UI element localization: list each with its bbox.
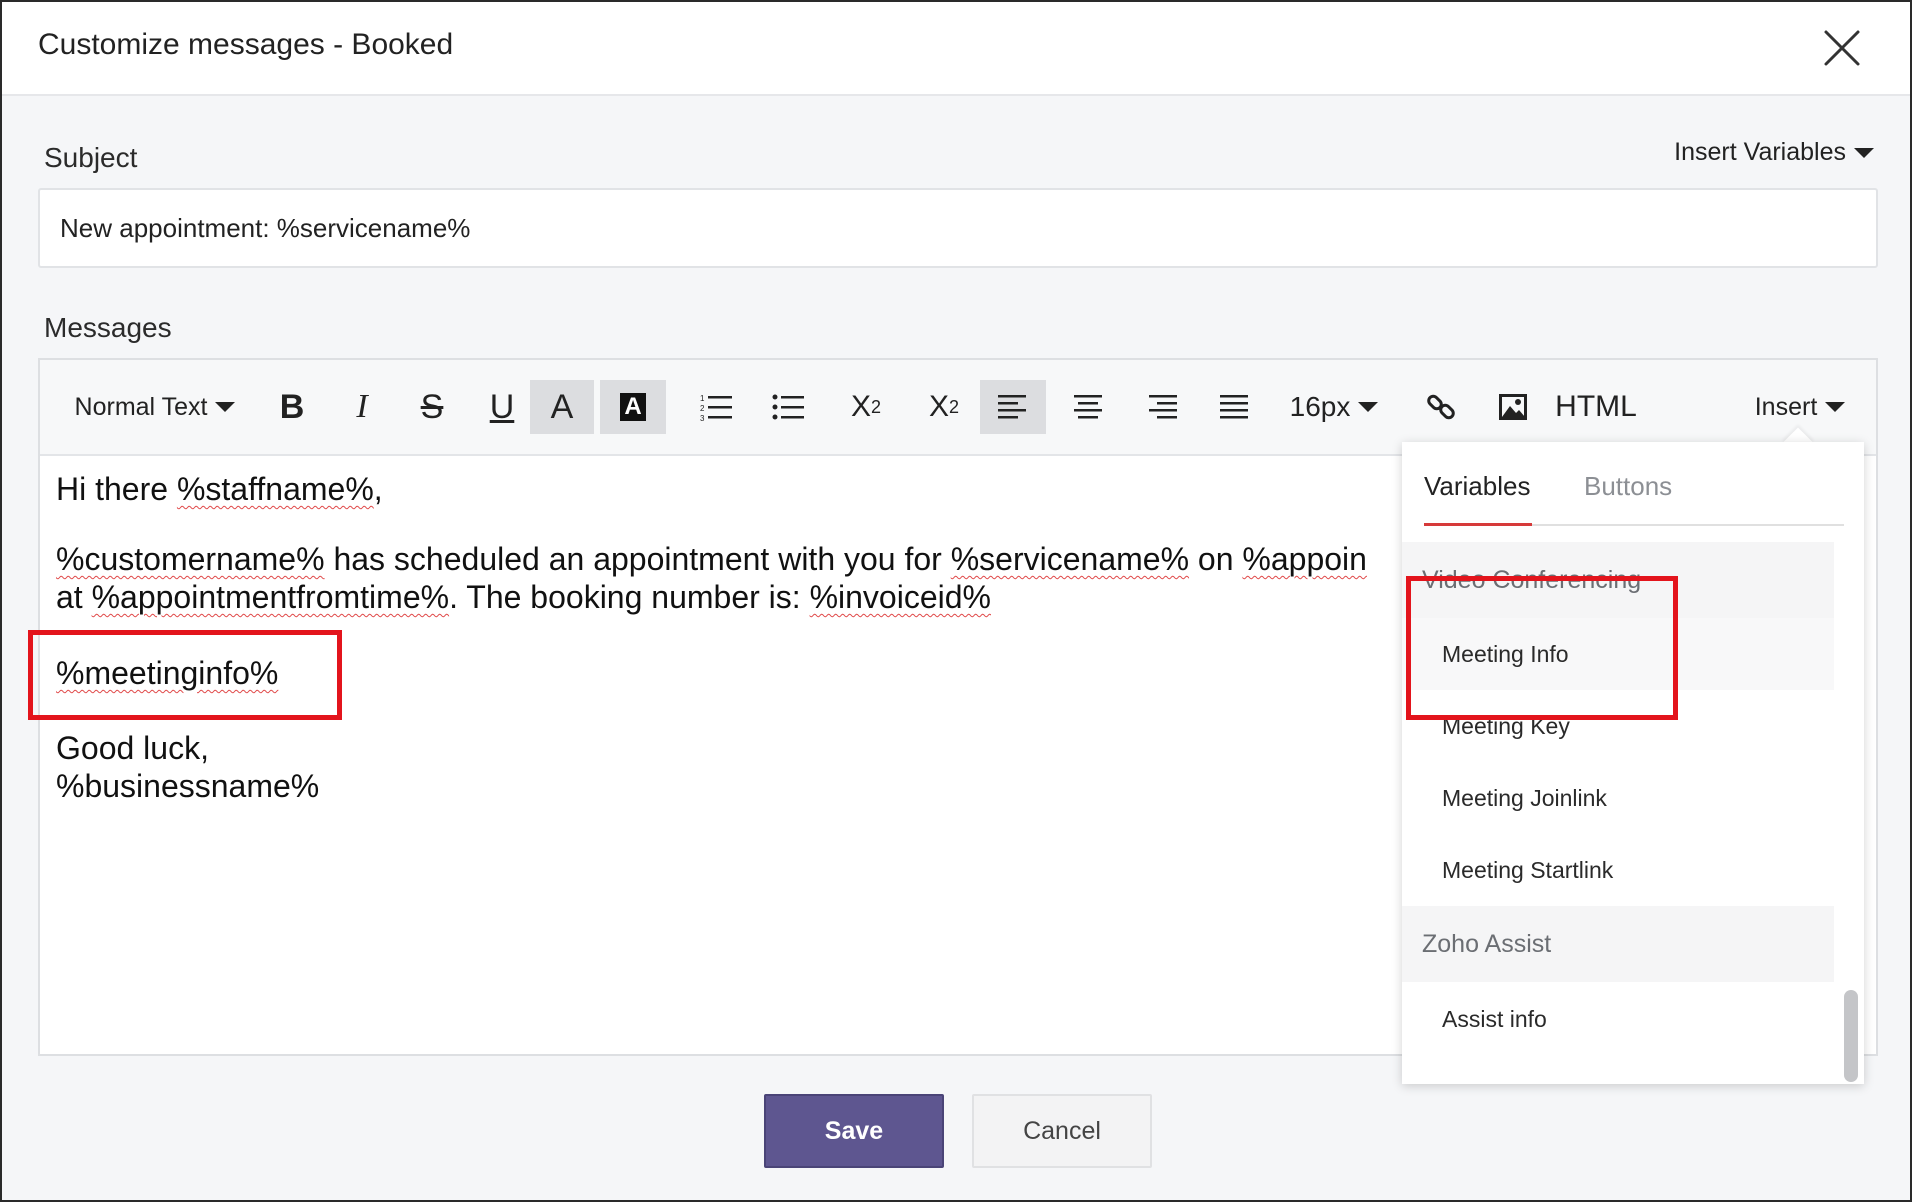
customize-messages-modal: Customize messages - Booked Subject Inse… [0, 0, 1912, 1202]
group-zoho-assist: Zoho Assist [1402, 906, 1834, 982]
modal-title: Customize messages - Booked [38, 28, 454, 61]
dropdown-tabs: Variables Buttons [1424, 466, 1844, 526]
ordered-list-button[interactable]: 123 [688, 380, 744, 434]
subject-input[interactable]: New appointment: %servicename% [38, 188, 1878, 268]
underline-button[interactable]: U [474, 380, 530, 434]
variable-appointment-date: %appoin [1242, 541, 1367, 577]
strikethrough-button[interactable]: S [404, 380, 460, 434]
close-icon[interactable] [1822, 28, 1862, 68]
bullet-list-icon [772, 394, 804, 420]
justify-icon [1220, 395, 1248, 419]
meetinginfo-highlight-box [28, 630, 342, 720]
list-item-meeting-startlink[interactable]: Meeting Startlink [1402, 834, 1834, 906]
background-color-button[interactable]: A [600, 380, 666, 434]
svg-text:2: 2 [700, 404, 705, 413]
html-button[interactable]: HTML [1546, 380, 1646, 434]
save-button[interactable]: Save [764, 1094, 944, 1168]
background-color-label: A [620, 393, 646, 421]
greeting-line: Hi there %staffname%, [56, 470, 1436, 508]
caret-down-icon [1825, 402, 1846, 412]
tab-buttons[interactable]: Buttons [1584, 466, 1694, 526]
font-size-label: 16px [1289, 391, 1351, 422]
subscript-label: X [850, 390, 871, 423]
list-item-meeting-joinlink[interactable]: Meeting Joinlink [1402, 762, 1834, 834]
body-line-1: %customername% has scheduled an appointm… [56, 540, 1436, 578]
subscript-button[interactable]: X2 [836, 380, 896, 434]
text-span: , [373, 471, 383, 507]
image-button[interactable] [1488, 380, 1538, 434]
align-right-icon [1149, 395, 1177, 419]
align-left-icon [998, 395, 1026, 419]
variable-customername: %customername% [56, 541, 325, 577]
text-span: . The booking number is: [449, 579, 810, 615]
link-icon [1427, 394, 1455, 420]
modal-header: Customize messages - Booked [2, 2, 1910, 96]
insert-label: Insert [1754, 392, 1818, 421]
body-line-2: at %appointmentfromtime%. The booking nu… [56, 578, 1436, 616]
text-span: on [1189, 541, 1243, 577]
svg-text:1: 1 [700, 394, 705, 403]
text-style-label: Normal Text [74, 392, 208, 421]
link-button[interactable] [1416, 380, 1466, 434]
subscript-sub: 2 [871, 396, 882, 417]
svg-text:3: 3 [700, 414, 705, 422]
closing-line: Good luck, [56, 730, 209, 766]
tab-variables[interactable]: Variables [1424, 466, 1532, 526]
align-right-button[interactable] [1134, 380, 1190, 434]
align-center-icon [1074, 395, 1102, 419]
insert-dropdown-button[interactable]: Insert [1750, 380, 1850, 434]
bullet-list-button[interactable] [760, 380, 816, 434]
font-color-button[interactable]: A [530, 380, 594, 434]
bold-button[interactable]: B [264, 380, 320, 434]
dropdown-scrollbar[interactable] [1844, 990, 1858, 1082]
insert-variables-label: Insert Variables [1674, 138, 1846, 166]
cancel-button[interactable]: Cancel [972, 1094, 1152, 1168]
caret-down-icon [1854, 147, 1874, 158]
list-item-assist-info[interactable]: Assist info [1402, 982, 1834, 1056]
variable-invoiceid: %invoiceid% [809, 579, 991, 615]
superscript-label: X [928, 390, 949, 423]
insert-dropdown-panel: Variables Buttons Video Conferencing Mee… [1402, 442, 1864, 1084]
image-icon [1499, 394, 1527, 420]
ordered-list-icon: 123 [700, 394, 732, 422]
subject-label: Subject [44, 142, 138, 173]
video-conferencing-highlight-box [1406, 576, 1678, 720]
superscript-sup: 2 [949, 396, 960, 417]
insert-variables-dropdown[interactable]: Insert Variables [1674, 138, 1874, 167]
text-span: at [56, 579, 92, 615]
caret-down-icon [215, 402, 236, 412]
superscript-button[interactable]: X2 [914, 380, 974, 434]
font-size-dropdown[interactable]: 16px [1286, 380, 1382, 434]
caret-down-icon [1358, 402, 1379, 412]
variable-servicename: %servicename% [950, 541, 1190, 577]
text-style-dropdown[interactable]: Normal Text [70, 380, 240, 434]
messages-label: Messages [44, 312, 172, 343]
text-span: Hi there [56, 471, 177, 507]
variable-staffname: %staffname% [176, 471, 374, 507]
signature-line: %businessname% [56, 768, 320, 804]
justify-button[interactable] [1206, 380, 1262, 434]
variable-appointmentfromtime: %appointmentfromtime% [91, 579, 450, 615]
text-span: has scheduled an appointment with you fo… [324, 541, 951, 577]
italic-button[interactable]: I [334, 380, 390, 434]
align-left-button[interactable] [980, 380, 1046, 434]
align-center-button[interactable] [1060, 380, 1116, 434]
